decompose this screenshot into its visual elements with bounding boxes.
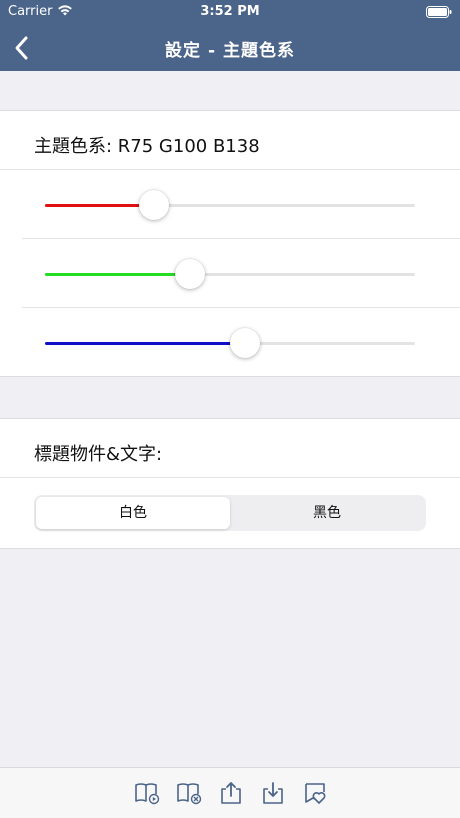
blue-slider[interactable] bbox=[45, 328, 415, 358]
red-slider-thumb[interactable] bbox=[139, 190, 169, 220]
heart-bookmark-icon[interactable] bbox=[302, 780, 328, 806]
title-color-label: 標題物件&文字: bbox=[0, 419, 460, 478]
segment-black[interactable]: 黑色 bbox=[230, 497, 424, 529]
green-slider-thumb[interactable] bbox=[175, 259, 205, 289]
blue-slider-row bbox=[22, 308, 460, 376]
title-color-section: 標題物件&文字: 白色 黑色 bbox=[0, 418, 460, 549]
bottom-toolbar bbox=[0, 767, 460, 818]
red-slider[interactable] bbox=[45, 190, 415, 220]
theme-color-section: 主題色系: R75 G100 B138 bbox=[0, 110, 460, 377]
green-slider-row bbox=[22, 239, 460, 308]
segment-white[interactable]: 白色 bbox=[36, 497, 230, 529]
share-upload-icon[interactable] bbox=[218, 780, 244, 806]
red-slider-row bbox=[22, 170, 460, 239]
book-play-icon[interactable] bbox=[134, 780, 160, 806]
red-slider-fill bbox=[45, 204, 154, 207]
top-bar: Carrier 3:52 PM 設定 - 主題色系 bbox=[0, 0, 460, 71]
title-color-segmented-control[interactable]: 白色 黑色 bbox=[34, 495, 426, 531]
status-bar: Carrier 3:52 PM bbox=[0, 0, 460, 24]
theme-color-label: 主題色系: R75 G100 B138 bbox=[0, 111, 460, 170]
blue-slider-fill bbox=[45, 342, 245, 345]
book-delete-icon[interactable] bbox=[176, 780, 202, 806]
battery-icon bbox=[426, 6, 452, 18]
download-icon[interactable] bbox=[260, 780, 286, 806]
clock: 3:52 PM bbox=[200, 4, 260, 19]
title-color-picker-row: 白色 黑色 bbox=[0, 478, 460, 548]
green-slider[interactable] bbox=[45, 259, 415, 289]
navigation-bar: 設定 - 主題色系 bbox=[0, 24, 460, 71]
blue-slider-thumb[interactable] bbox=[230, 328, 260, 358]
page-title: 設定 - 主題色系 bbox=[165, 41, 295, 61]
green-slider-fill bbox=[45, 273, 190, 276]
